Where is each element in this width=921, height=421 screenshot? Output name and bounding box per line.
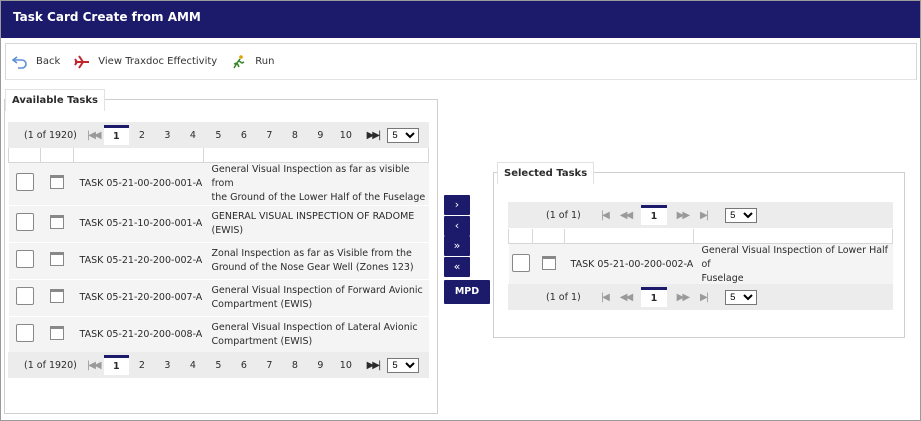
task-card-create-window: Task Card Create from AMM Back View Trax… (0, 0, 921, 421)
table-row[interactable]: TASK 05-21-20-200-007-A General Visual I… (8, 279, 429, 317)
row-checkbox[interactable] (15, 213, 34, 231)
available-pager-bottom: (1 of 1920) |◀◀ 1 2 3 4 5 6 7 8 9 10 ▶▶|… (8, 352, 429, 378)
page-3[interactable]: 3 (155, 130, 181, 141)
page-1[interactable]: 1 (641, 205, 667, 225)
page-2[interactable]: 2 (129, 360, 155, 371)
task-number: TASK 05-21-10-200-001-A (73, 205, 204, 243)
page-9[interactable]: 9 (308, 360, 334, 371)
rows-per-page-select[interactable]: 5 (725, 207, 758, 223)
task-number: TASK 05-21-20-200-002-A (73, 242, 204, 280)
row-checkbox[interactable] (15, 173, 34, 191)
page-8[interactable]: 8 (282, 130, 308, 141)
document-icon[interactable] (50, 175, 64, 189)
first-page-icon[interactable]: |◀ (601, 210, 610, 221)
rows-per-page-select[interactable]: 5 (387, 357, 420, 373)
task-description: General Visual Inspection of Lateral Avi… (203, 316, 429, 354)
back-arrow-icon (11, 55, 28, 69)
airplane-icon (74, 54, 90, 69)
view-effectivity-label: View Traxdoc Effectivity (98, 56, 218, 67)
run-label: Run (255, 56, 275, 67)
document-icon[interactable] (50, 326, 64, 340)
task-description: General Visual Inspection of Forward Avi… (203, 279, 429, 317)
first-page-icon[interactable]: |◀ (601, 292, 610, 303)
run-button[interactable]: Run (231, 54, 275, 69)
task-description: GENERAL VISUAL INSPECTION OF RADOME (EWIS… (203, 205, 429, 243)
first-page-icon[interactable]: |◀◀ (87, 130, 102, 141)
page-5[interactable]: 5 (206, 360, 232, 371)
table-row[interactable]: TASK 05-21-00-200-001-A General Visual I… (8, 162, 429, 206)
page-6[interactable]: 6 (231, 130, 257, 141)
window-title: Task Card Create from AMM (1, 1, 920, 38)
task-description: Zonal Inspection as far as Visible from … (203, 242, 429, 280)
available-pager-top: (1 of 1920) |◀◀ 1 2 3 4 5 6 7 8 9 10 ▶▶|… (8, 122, 429, 148)
task-number: TASK 05-21-20-200-008-A (73, 316, 204, 354)
selected-tasks-legend: Selected Tasks (497, 162, 595, 184)
last-page-icon[interactable]: ▶| (700, 210, 709, 221)
task-number: TASK 05-21-00-200-002-A (564, 243, 694, 287)
page-4[interactable]: 4 (180, 360, 206, 371)
remove-all-button[interactable]: « (444, 257, 470, 277)
row-checkbox[interactable] (511, 254, 530, 272)
runner-icon (231, 54, 247, 69)
document-icon[interactable] (50, 289, 64, 303)
pager-count: (1 of 1920) (24, 129, 77, 141)
task-description: General Visual Inspection as far as visi… (203, 162, 429, 206)
document-icon[interactable] (541, 256, 556, 270)
page-3[interactable]: 3 (155, 360, 181, 371)
page-1[interactable]: 1 (103, 355, 130, 375)
page-4[interactable]: 4 (180, 130, 206, 141)
pager-count: (1 of 1920) (24, 359, 77, 371)
table-header-row (508, 229, 893, 244)
next-page-icon[interactable]: ▶▶| (367, 360, 382, 371)
document-icon[interactable] (50, 252, 64, 266)
next-page-icon[interactable]: ▶▶ (677, 292, 690, 303)
last-page-icon[interactable]: ▶| (700, 292, 709, 303)
task-number: TASK 05-21-20-200-007-A (73, 279, 204, 317)
page-1[interactable]: 1 (103, 125, 130, 145)
rows-per-page-select[interactable]: 5 (725, 289, 758, 305)
document-icon[interactable] (50, 215, 64, 229)
remove-selected-button[interactable]: ‹ (444, 216, 470, 236)
previous-page-icon[interactable]: ◀◀ (620, 210, 633, 221)
table-row[interactable]: TASK 05-21-20-200-008-A General Visual I… (8, 316, 429, 354)
page-7[interactable]: 7 (257, 130, 283, 141)
table-header-row (8, 148, 429, 163)
page-9[interactable]: 9 (308, 130, 334, 141)
rows-per-page-select[interactable]: 5 (387, 127, 420, 143)
page-8[interactable]: 8 (282, 360, 308, 371)
row-checkbox[interactable] (15, 250, 34, 268)
add-selected-button[interactable]: › (444, 195, 470, 215)
pager-count: (1 of 1) (546, 291, 581, 303)
page-2[interactable]: 2 (129, 130, 155, 141)
task-number: TASK 05-21-00-200-001-A (73, 162, 204, 206)
add-all-button[interactable]: » (444, 236, 470, 256)
page-5[interactable]: 5 (206, 130, 232, 141)
table-row[interactable]: TASK 05-21-10-200-001-A GENERAL VISUAL I… (8, 205, 429, 243)
previous-page-icon[interactable]: ◀◀ (620, 292, 633, 303)
toolbar: Back View Traxdoc Effectivity Run (5, 43, 917, 80)
table-row[interactable]: TASK 05-21-00-200-002-A General Visual I… (508, 243, 893, 287)
view-traxdoc-effectivity-button[interactable]: View Traxdoc Effectivity (74, 54, 218, 69)
page-10[interactable]: 10 (333, 130, 359, 141)
page-7[interactable]: 7 (257, 360, 283, 371)
task-description: General Visual Inspection of Lower Half … (693, 243, 893, 287)
page-1[interactable]: 1 (641, 287, 667, 307)
row-checkbox[interactable] (15, 287, 34, 305)
available-tasks-table: TASK 05-21-00-200-001-A General Visual I… (8, 148, 429, 354)
back-button[interactable]: Back (11, 55, 61, 69)
next-page-icon[interactable]: ▶▶| (367, 130, 382, 141)
first-page-icon[interactable]: |◀◀ (87, 360, 102, 371)
table-row[interactable]: TASK 05-21-20-200-002-A Zonal Inspection… (8, 242, 429, 280)
next-page-icon[interactable]: ▶▶ (677, 210, 690, 221)
selected-pager-top: (1 of 1) |◀ ◀◀ 1 ▶▶ ▶| 5 (508, 202, 893, 228)
available-tasks-legend: Available Tasks (5, 89, 105, 111)
page-10[interactable]: 10 (333, 360, 359, 371)
page-6[interactable]: 6 (231, 360, 257, 371)
selected-pager-bottom: (1 of 1) |◀ ◀◀ 1 ▶▶ ▶| 5 (508, 284, 893, 310)
row-checkbox[interactable] (15, 324, 34, 342)
mpd-button[interactable]: MPD (444, 280, 490, 304)
selected-tasks-table: TASK 05-21-00-200-002-A General Visual I… (508, 229, 893, 287)
back-label: Back (36, 56, 61, 67)
pager-count: (1 of 1) (546, 209, 581, 221)
